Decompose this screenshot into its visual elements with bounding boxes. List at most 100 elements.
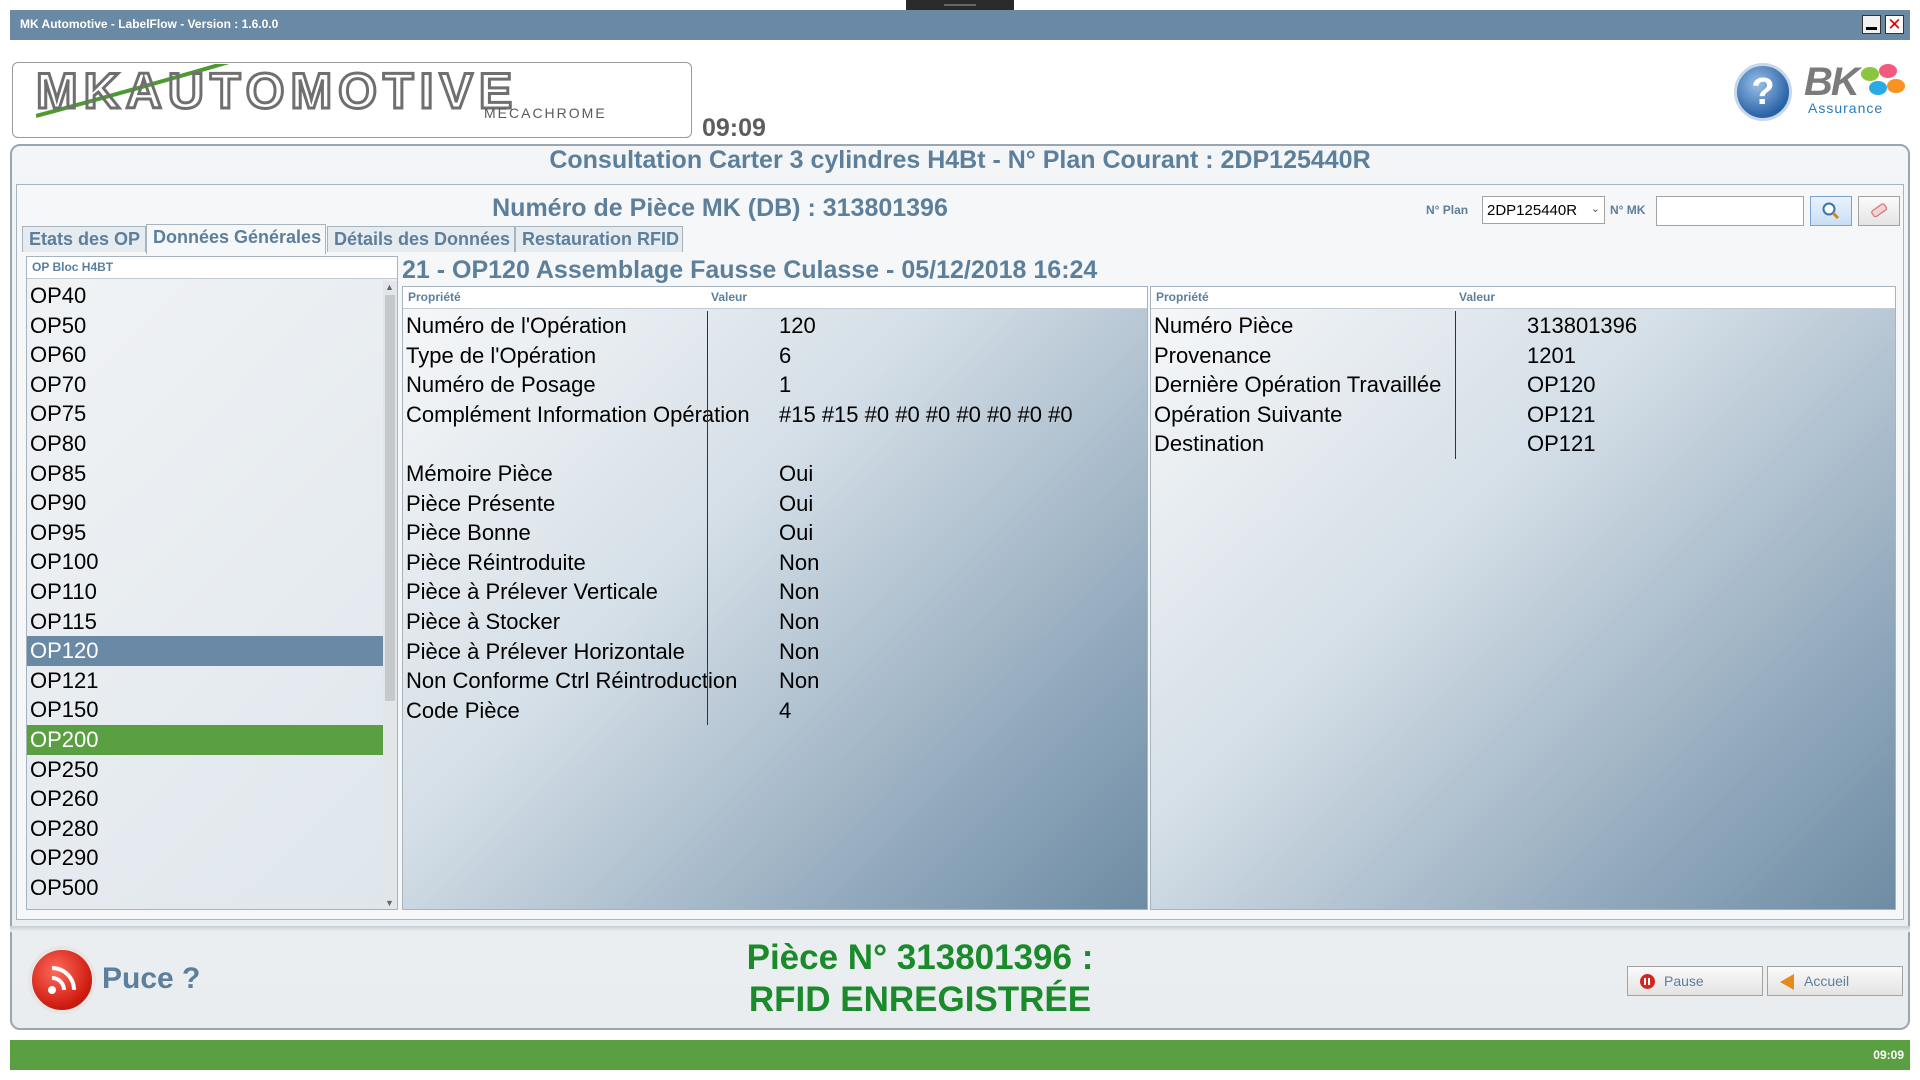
operation-title: 21 - OP120 Assemblage Fausse Culasse - 0… (402, 256, 1098, 284)
column-header-value: Valeur (711, 290, 748, 304)
piece-properties-grid: Propriété Valeur Numéro Pièce 313801396 Pr… (1150, 286, 1896, 910)
puce-label: Puce ? (102, 962, 201, 995)
property-cell: Pièce à Prélever Horizontale (406, 638, 685, 664)
property-cell: Complément Information Opération (406, 401, 750, 427)
grid-row: Pièce Présente Oui (403, 489, 1147, 519)
property-cell: Non Conforme Ctrl Réintroduction (406, 668, 738, 694)
status-message-line2: RFID ENREGISTRÉE (748, 980, 1092, 1019)
scroll-down-icon[interactable]: ▼ (385, 898, 394, 908)
rfid-icon[interactable] (28, 946, 96, 1014)
scroll-up-icon[interactable]: ▲ (385, 282, 394, 292)
op-list-item[interactable]: OP250 (27, 755, 383, 785)
op-list-item[interactable]: OP120 (27, 636, 383, 666)
arrow-left-icon (1780, 974, 1794, 990)
op-list-item[interactable]: OP50 (27, 311, 383, 341)
pause-button[interactable]: Pause (1627, 966, 1763, 996)
status-bar: 09:09 (10, 1040, 1910, 1070)
op-list-item[interactable]: OP260 (27, 784, 383, 814)
op-list-items: OP40 OP50 OP60 OP70 OP75 OP80 OP85 OP90 OP95 OP10… (27, 281, 383, 902)
piece-number-heading: Numéro de Pièce MK (DB) : 313801396 (492, 194, 948, 222)
op-list-item[interactable]: OP70 (27, 370, 383, 400)
op-list-item[interactable]: OP115 (27, 607, 383, 637)
grid-row: Mémoire Pièce Oui (403, 459, 1147, 489)
clear-button[interactable] (1858, 196, 1900, 226)
value-cell: 313801396 (1527, 313, 1638, 338)
op-list-item[interactable]: OP500 (27, 873, 383, 903)
search-button[interactable] (1810, 196, 1852, 226)
window-titlebar: MK Automotive - LabelFlow - Version : 1.… (10, 10, 1910, 40)
value-cell: #15 #15 #0 #0 #0 #0 #0 #0 #0 (779, 401, 1073, 427)
op-list-item[interactable]: OP121 (27, 666, 383, 696)
op-list-item[interactable]: OP85 (27, 459, 383, 489)
plan-select[interactable]: 2DP125440R ⌄ (1482, 196, 1605, 224)
status-bar-clock: 09:09 (1873, 1048, 1904, 1062)
property-cell: Destination (1154, 431, 1265, 457)
grid-row: Type de l'Opération 6 (403, 341, 1147, 371)
help-icon[interactable]: ? (1734, 63, 1792, 121)
value-cell: Non (779, 549, 820, 575)
accueil-button[interactable]: Accueil (1767, 966, 1903, 996)
bk-assurance-logo: BK Assurance (1804, 60, 1908, 116)
tab-restauration-rfid[interactable]: Restauration RFID (515, 226, 683, 252)
scrollbar-thumb[interactable] (385, 295, 395, 701)
grid-row: Complément Information Opération #15 #15… (403, 400, 1147, 430)
window-title: MK Automotive - LabelFlow - Version : 1.… (20, 17, 279, 31)
property-cell: Pièce Bonne (406, 520, 531, 546)
op-list-item[interactable]: OP100 (27, 547, 383, 577)
op-list-item[interactable]: OP40 (27, 281, 383, 311)
op-list-item[interactable]: OP280 (27, 814, 383, 844)
grid-row: Numéro de Posage 1 (403, 370, 1147, 400)
property-cell: Dernière Opération Travaillée (1154, 372, 1442, 398)
value-cell: OP121 (1527, 431, 1596, 457)
plan-select-value: 2DP125440R (1487, 202, 1578, 219)
grid-row: Pièce à Prélever Verticale Non (403, 577, 1147, 607)
pause-button-label: Pause (1664, 973, 1704, 989)
op-list-header: OP Bloc H4BT (27, 257, 397, 279)
page-title: Consultation Carter 3 cylindres H4Bt - N… (549, 146, 1371, 174)
tab-donnees-generales[interactable]: Données Générales (146, 224, 326, 254)
property-cell: Opération Suivante (1154, 401, 1343, 427)
chevron-down-icon: ⌄ (1590, 203, 1600, 215)
column-header-property: Propriété (408, 290, 461, 304)
value-cell: 6 (779, 342, 792, 368)
value-cell: 4 (779, 697, 792, 723)
op-list-item[interactable]: OP80 (27, 429, 383, 459)
value-cell: Non (779, 668, 820, 694)
bk-logo-text: BK (1804, 60, 1860, 104)
op-list[interactable]: OP Bloc H4BT OP40 OP50 OP60 OP70 OP75 OP80 OP8… (26, 256, 398, 910)
status-message-line1: Pièce N° 313801396 : (746, 938, 1094, 977)
grid-row: Dernière Opération Travaillée OP120 (1151, 370, 1895, 400)
value-cell: Oui (779, 520, 814, 546)
grid-row: Opération Suivante OP121 (1151, 400, 1895, 430)
minimize-button[interactable] (1862, 15, 1881, 34)
magnifier-icon (1822, 202, 1840, 220)
grid-row: Pièce Réintroduite Non (403, 548, 1147, 578)
op-list-item[interactable]: OP75 (27, 399, 383, 429)
value-cell: 1201 (1527, 342, 1576, 368)
mk-number-input[interactable] (1656, 196, 1804, 226)
grid-header: Propriété Valeur (1151, 287, 1895, 309)
property-cell: Type de l'Opération (406, 342, 597, 368)
op-list-item[interactable]: OP60 (27, 340, 383, 370)
grid-row: Numéro Pièce 313801396 (1151, 311, 1895, 341)
op-list-item[interactable]: OP200 (27, 724, 383, 755)
tab-details-des-donnees[interactable]: Détails des Données (327, 226, 515, 252)
mk-automotive-logo: MKAUTOMOTIVE MECACHROME (36, 64, 605, 120)
grid-rows: Numéro Pièce 313801396 Provenance 1201 Derni… (1151, 311, 1895, 459)
value-cell: Non (779, 579, 820, 605)
value-cell: OP121 (1527, 401, 1596, 427)
close-button[interactable]: ✕ (1885, 15, 1904, 34)
value-cell: 120 (779, 313, 816, 338)
tab-etats-des-op[interactable]: Etats des OP (22, 226, 146, 252)
op-list-item[interactable]: OP90 (27, 488, 383, 518)
column-header-value: Valeur (1459, 290, 1496, 304)
op-list-item[interactable]: OP150 (27, 695, 383, 725)
property-cell: Numéro de l'Opération (406, 313, 627, 338)
footer-divider (10, 926, 1910, 932)
op-list-scrollbar[interactable]: ▲ ▼ (383, 281, 397, 909)
op-list-item[interactable]: OP110 (27, 577, 383, 607)
mk-label: N° MK (1610, 203, 1646, 217)
op-list-item[interactable]: OP95 (27, 518, 383, 548)
op-list-item[interactable]: OP290 (27, 843, 383, 873)
grid-row: Provenance 1201 (1151, 341, 1895, 371)
